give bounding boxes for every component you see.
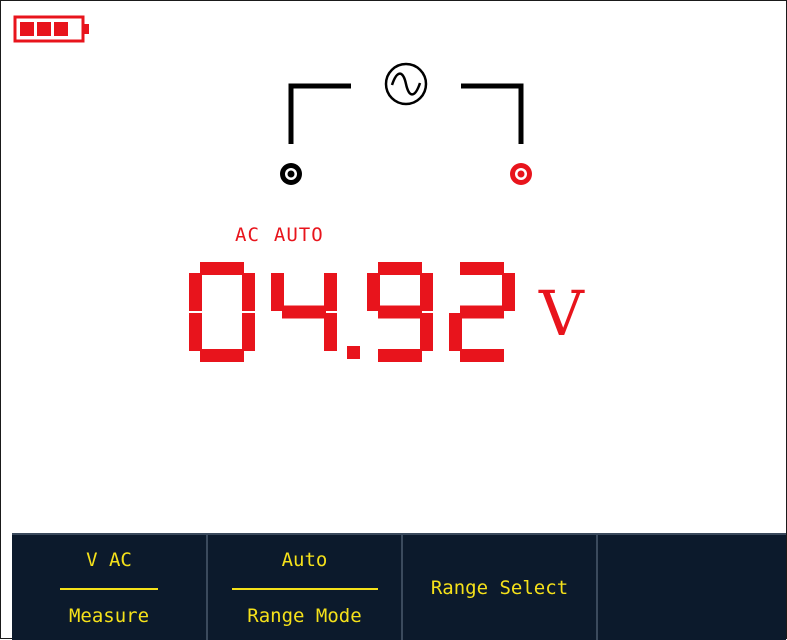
segment-b (420, 273, 433, 311)
ac-sine-wave-icon (384, 62, 428, 106)
unit-label: V (539, 277, 584, 350)
probe-connection-diagram (271, 56, 541, 201)
digit-2 (449, 262, 515, 362)
coupling-label: AC (235, 224, 260, 246)
range-mode-softkey-label: Range Mode (247, 604, 362, 627)
softkey-separator (60, 587, 158, 590)
black-probe-terminal-icon (280, 163, 302, 185)
status-indicators: AC AUTO (235, 224, 324, 246)
measure-softkey[interactable]: V AC Measure (12, 535, 208, 640)
softkey-separator (231, 587, 378, 590)
range-mode-softkey[interactable]: Auto Range Mode (208, 535, 403, 640)
range-mode-label: AUTO (273, 224, 324, 246)
measure-mode-value: V AC (86, 548, 132, 571)
segment-c (420, 313, 433, 351)
range-mode-value: Auto (281, 548, 328, 571)
segment-c (324, 313, 337, 351)
segment-g (460, 305, 504, 319)
segment-g (378, 305, 422, 319)
segment-e (189, 313, 202, 351)
segment-f (189, 273, 202, 311)
segment-b (324, 273, 337, 311)
segment-a (378, 262, 422, 275)
segment-e (449, 313, 462, 351)
segment-d (460, 349, 504, 362)
segment-a (200, 262, 244, 275)
segment-a (460, 262, 504, 275)
segment-g (282, 305, 326, 319)
red-probe-terminal-icon (510, 163, 532, 185)
digit-0 (189, 262, 255, 362)
segment-b (502, 273, 515, 311)
digit-4 (271, 273, 337, 351)
segment-d (378, 349, 422, 362)
battery-icon (13, 15, 89, 43)
empty-softkey (598, 535, 786, 640)
segment-b (242, 273, 255, 311)
segment-d (200, 349, 244, 362)
segment-f (367, 273, 380, 311)
segment-f (271, 273, 284, 311)
range-select-softkey-label: Range Select (430, 576, 569, 599)
seven-segment-display (189, 262, 515, 362)
multimeter-screen: AC AUTO V V AC Measure Auto Range Mode R… (0, 0, 787, 640)
measurement-readout (187, 257, 537, 367)
decimal-point (347, 346, 360, 359)
segment-c (242, 313, 255, 351)
range-select-softkey[interactable]: Range Select (403, 535, 598, 640)
digit-9 (367, 262, 433, 362)
softkey-bar: V AC Measure Auto Range Mode Range Selec… (12, 533, 786, 640)
measure-softkey-label: Measure (68, 604, 150, 627)
